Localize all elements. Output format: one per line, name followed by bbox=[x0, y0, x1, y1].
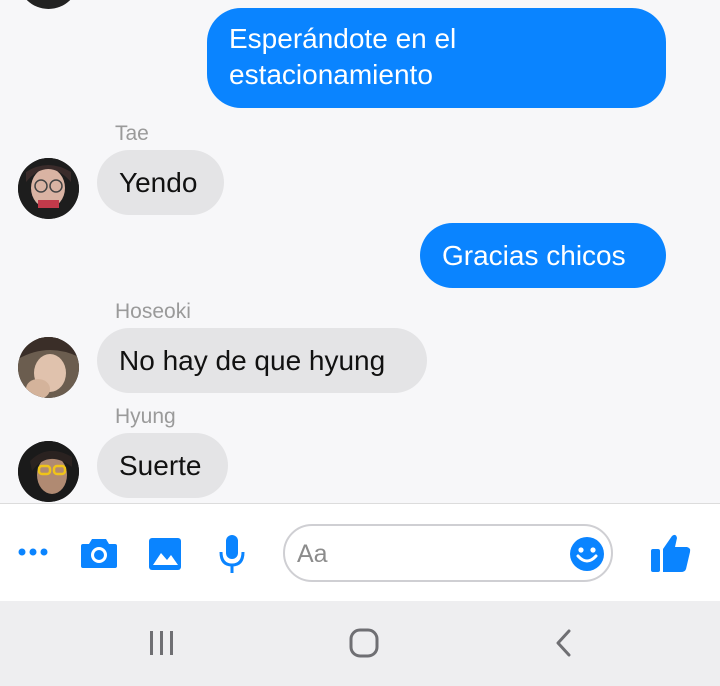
more-icon[interactable] bbox=[18, 540, 48, 569]
avatar-hyung[interactable] bbox=[18, 441, 79, 502]
microphone-icon[interactable] bbox=[218, 534, 246, 579]
incoming-message[interactable]: Yendo bbox=[97, 150, 224, 215]
message-text: No hay de que hyung bbox=[119, 344, 386, 376]
recent-apps-icon[interactable] bbox=[148, 629, 176, 662]
avatar-partial bbox=[18, 0, 79, 9]
avatar-tae[interactable] bbox=[18, 158, 79, 219]
incoming-message[interactable]: No hay de que hyung bbox=[97, 328, 427, 393]
back-icon[interactable] bbox=[553, 628, 573, 663]
sender-name: Hoseoki bbox=[115, 300, 191, 323]
system-navigation-bar bbox=[0, 601, 720, 686]
thumbs-up-icon[interactable] bbox=[650, 533, 692, 578]
outgoing-message[interactable]: Esperándote en el estacionamiento bbox=[207, 8, 666, 108]
message-input[interactable]: Aa bbox=[283, 524, 613, 582]
outgoing-message[interactable]: Gracias chicos bbox=[420, 223, 666, 288]
image-icon[interactable] bbox=[148, 537, 182, 576]
home-icon[interactable] bbox=[348, 627, 380, 664]
message-text: Gracias chicos bbox=[442, 239, 626, 271]
avatar-hoseoki[interactable] bbox=[18, 337, 79, 398]
message-text: Suerte bbox=[119, 449, 202, 481]
message-text: Yendo bbox=[119, 166, 198, 198]
message-text: Esperándote en el estacionamiento bbox=[229, 23, 457, 90]
input-placeholder: Aa bbox=[297, 540, 328, 568]
incoming-message[interactable]: Suerte bbox=[97, 433, 228, 498]
composer-bar: Aa bbox=[0, 504, 720, 601]
sender-name: Tae bbox=[115, 122, 149, 145]
chat-thread[interactable]: Esperándote en el estacionamiento Tae Ye… bbox=[0, 0, 720, 503]
emoji-icon[interactable] bbox=[569, 536, 605, 577]
camera-icon[interactable] bbox=[80, 537, 118, 574]
sender-name: Hyung bbox=[115, 405, 176, 428]
